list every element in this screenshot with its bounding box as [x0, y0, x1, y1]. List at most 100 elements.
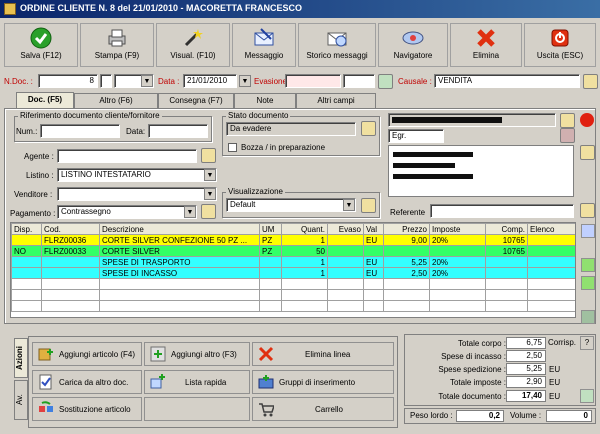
col-cod[interactable]: Cod. [41, 223, 100, 235]
ndoc-suffix-field[interactable] [100, 74, 112, 88]
table-cell-empty[interactable] [281, 278, 328, 290]
table-cell-empty[interactable] [429, 289, 486, 301]
insert-groups-button[interactable]: Gruppi di inserimento [252, 370, 394, 394]
col-descrizione[interactable]: Descrizione [99, 223, 260, 235]
table-cell-empty[interactable] [259, 289, 282, 301]
table-cell-qty[interactable]: 1 [281, 267, 328, 279]
folder-icon[interactable] [361, 121, 376, 136]
message-history-button[interactable]: Storico messaggi [298, 23, 376, 67]
table-row-empty[interactable] [11, 300, 575, 312]
table-cell-empty[interactable] [11, 278, 42, 290]
cliente-address-box[interactable] [388, 145, 574, 197]
table-cell-disp[interactable] [11, 256, 42, 268]
table-cell-evaso[interactable] [327, 256, 364, 268]
table-cell-cod[interactable] [41, 267, 100, 279]
table-cell-desc[interactable]: SPESE DI TRASPORTO [99, 256, 260, 268]
cliente-title-field[interactable]: Egr. [388, 129, 444, 143]
table-cell-empty[interactable] [383, 278, 430, 290]
empty-action-button[interactable] [144, 397, 250, 421]
tab-note[interactable]: Note [234, 93, 296, 108]
table-cell-imposte[interactable]: 20% [429, 267, 486, 279]
table-cell-empty[interactable] [327, 278, 364, 290]
table-cell-comp[interactable]: 10765 [485, 234, 528, 246]
folder-icon[interactable] [583, 74, 598, 89]
col-disp[interactable]: Disp. [11, 223, 42, 235]
table-cell-empty[interactable] [99, 289, 260, 301]
exit-button[interactable]: Uscita (ESC) [524, 23, 596, 67]
col-comp[interactable]: Comp. [485, 223, 528, 235]
table-cell-empty[interactable] [527, 278, 575, 290]
table-row-empty[interactable] [11, 289, 575, 301]
cart-button[interactable]: Carrello [252, 397, 394, 421]
table-cell-cod[interactable]: FLRZ00033 [41, 245, 100, 257]
table-cell-val[interactable]: EU [363, 267, 384, 279]
table-cell-prezzo[interactable]: 9,00 [383, 234, 430, 246]
table-cell-empty[interactable] [327, 300, 364, 312]
table-cell-imposte[interactable]: 20% [429, 256, 486, 268]
evasione-extra-field[interactable] [343, 74, 375, 88]
chevron-down-icon[interactable]: ▼ [204, 188, 216, 200]
bozza-checkbox[interactable] [228, 143, 237, 152]
table-cell-empty[interactable] [259, 300, 282, 312]
table-cell-empty[interactable] [259, 278, 282, 290]
table-cell-evaso[interactable] [327, 245, 364, 257]
table-cell-disp[interactable] [11, 267, 42, 279]
visual-button[interactable]: Visual. (F10) [156, 23, 230, 67]
num-field[interactable] [40, 124, 120, 138]
table-cell-elenco[interactable] [527, 256, 575, 268]
table-cell-evaso[interactable] [327, 234, 364, 246]
add-other-button[interactable]: Aggiungi altro (F3) [144, 342, 250, 366]
table-cell-empty[interactable] [41, 289, 100, 301]
folder-icon[interactable] [201, 148, 216, 163]
agente-field[interactable] [57, 149, 197, 163]
cliente-name-field[interactable] [388, 113, 556, 127]
table-cell-empty[interactable] [527, 300, 575, 312]
venditore-select[interactable] [57, 187, 217, 201]
col-val[interactable]: Val [363, 223, 384, 235]
col-elenco[interactable]: Elenco [527, 223, 575, 235]
table-cell-um[interactable] [259, 256, 282, 268]
table-cell-comp[interactable] [485, 256, 528, 268]
table-cell-elenco[interactable] [527, 234, 575, 246]
message-button[interactable]: Messaggio [232, 23, 296, 67]
table-cell-comp[interactable]: 10765 [485, 245, 528, 257]
table-cell-elenco[interactable] [527, 245, 575, 257]
folder-icon[interactable] [201, 204, 216, 219]
table-cell-prezzo[interactable] [383, 245, 430, 257]
tab-altri-campi[interactable]: Altri campi [296, 93, 376, 108]
add-article-button[interactable]: Aggiungi articolo (F4) [32, 342, 142, 366]
col-evaso[interactable]: Evaso [327, 223, 364, 235]
table-cell-disp[interactable]: NO [11, 245, 42, 257]
table-row[interactable]: FLRZ00036 CORTE SILVER CONFEZIONE 50 PZ .… [11, 234, 575, 246]
table-cell-elenco[interactable] [527, 267, 575, 279]
causale-field[interactable]: VENDITA [434, 74, 580, 88]
arrow-down-icon[interactable] [581, 276, 595, 290]
chevron-down-icon[interactable]: ▼ [343, 199, 355, 211]
referente-field[interactable] [430, 204, 574, 218]
table-cell-empty[interactable] [281, 289, 328, 301]
table-cell-empty[interactable] [327, 289, 364, 301]
table-cell-val[interactable]: EU [363, 234, 384, 246]
stato-field[interactable]: Da evadere [226, 122, 356, 136]
table-cell-imposte[interactable]: 20% [429, 234, 486, 246]
table-cell-empty[interactable] [429, 278, 486, 290]
table-cell-evaso[interactable] [327, 267, 364, 279]
search-icon[interactable] [378, 74, 393, 89]
ndoc-field[interactable]: 8 [38, 74, 98, 88]
col-imposte[interactable]: Imposte [429, 223, 486, 235]
table-cell-empty[interactable] [485, 300, 528, 312]
folder-icon[interactable] [580, 145, 595, 160]
table-cell-desc[interactable]: SPESE DI INCASSO [99, 267, 260, 279]
table-cell-val[interactable] [363, 245, 384, 257]
tab-av[interactable]: Av. [14, 380, 28, 420]
table-row[interactable]: SPESE DI INCASSO 1 EU 2,50 20% [11, 267, 575, 279]
table-cell-comp[interactable] [485, 267, 528, 279]
arrow-down-blue-icon[interactable] [581, 224, 595, 238]
table-cell-imposte[interactable] [429, 245, 486, 257]
table-cell-empty[interactable] [99, 278, 260, 290]
table-cell-empty[interactable] [363, 289, 384, 301]
navigator-button[interactable]: Navigatore [378, 23, 448, 67]
table-cell-qty[interactable]: 1 [281, 234, 328, 246]
table-cell-qty[interactable]: 1 [281, 256, 328, 268]
table-cell-empty[interactable] [383, 300, 430, 312]
